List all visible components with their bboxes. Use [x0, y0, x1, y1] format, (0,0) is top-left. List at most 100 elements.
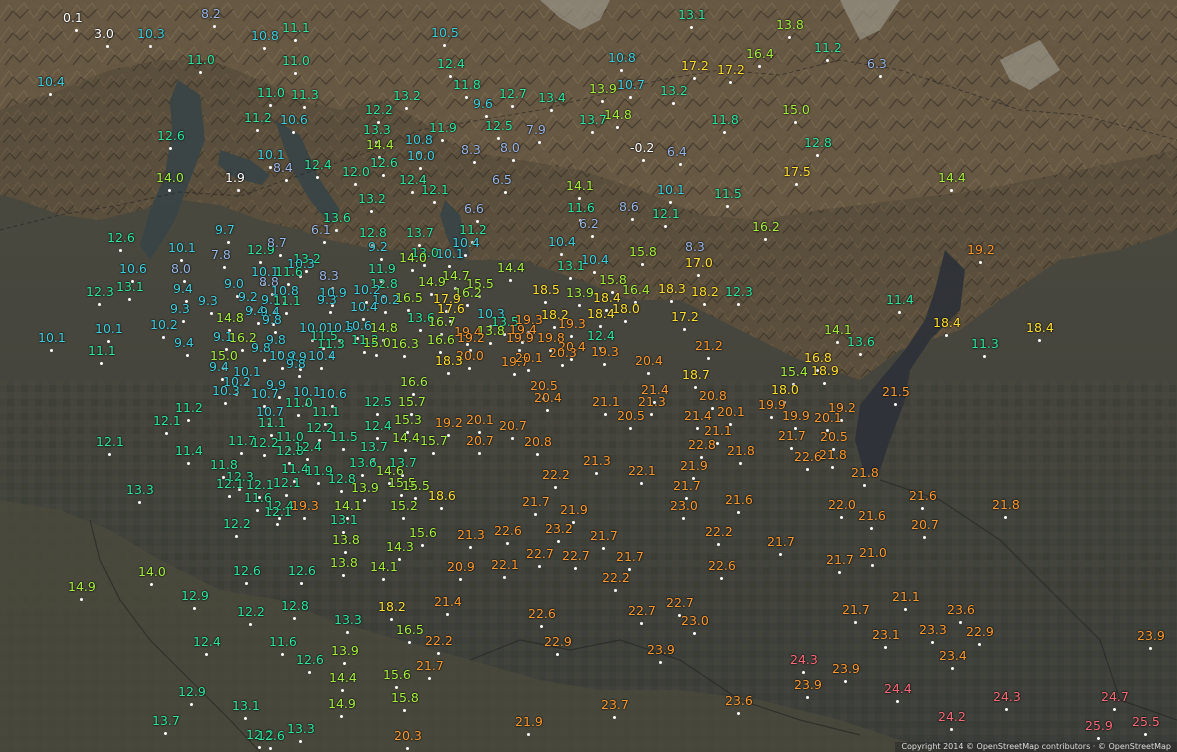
temperature-label: 18.7: [682, 367, 710, 382]
station-dot: [293, 617, 296, 620]
station-dot: [285, 179, 288, 182]
station-dot: [428, 677, 431, 680]
temperature-label: 12.6: [157, 128, 185, 143]
station-dot: [446, 613, 449, 616]
temperature-label: 22.8: [688, 437, 716, 452]
temperature-label: 13.7: [579, 112, 607, 127]
station-dot: [269, 104, 272, 107]
temperature-label: 10.3: [212, 383, 240, 398]
station-dot: [376, 413, 379, 416]
temperature-label: 13.8: [776, 17, 804, 32]
station-dot: [406, 747, 409, 750]
temperature-label: 9.3: [317, 292, 337, 307]
temperature-label: 16.3: [391, 336, 419, 351]
temperature-label: 9.7: [215, 222, 235, 237]
temperature-label: 16.4: [622, 282, 650, 297]
temperature-label: 6.2: [579, 216, 599, 231]
station-dot: [1144, 733, 1147, 736]
temperature-label: 23.0: [681, 613, 709, 628]
station-dot: [447, 372, 450, 375]
temperature-label: 11.1: [282, 20, 310, 35]
temperature-label: 21.9: [560, 502, 588, 517]
station-dot: [316, 176, 319, 179]
temperature-label: 13.8: [332, 532, 360, 547]
temperature-label: 12.2: [223, 516, 251, 531]
temperature-label: 11.8: [711, 112, 739, 127]
station-dot: [871, 564, 874, 567]
station-dot: [441, 139, 444, 142]
station-dot: [802, 671, 805, 674]
station-dot: [400, 494, 403, 497]
temperature-label: 23.9: [1137, 628, 1165, 643]
temperature-label: 20.9: [447, 559, 475, 574]
temperature-label: 24.3: [790, 652, 818, 667]
map-attribution[interactable]: Copyright 2014 © OpenStreetMap contribut…: [895, 742, 1177, 752]
station-dot: [263, 359, 266, 362]
temperature-label: 21.3: [638, 394, 666, 409]
temperature-label: 18.5: [532, 282, 560, 297]
station-dot: [978, 643, 981, 646]
station-dot: [98, 303, 101, 306]
station-dot: [162, 336, 165, 339]
temperature-label: 21.1: [892, 589, 920, 604]
station-dot: [823, 382, 826, 385]
temperature-label: 10.7: [251, 386, 279, 401]
temperature-label: 23.9: [794, 677, 822, 692]
station-dot: [375, 354, 378, 357]
temperature-label: 13.6: [349, 455, 377, 470]
temperature-label: 8.0: [500, 140, 520, 155]
temperature-label: 12.9: [181, 588, 209, 603]
station-dot: [816, 154, 819, 157]
station-dot: [560, 253, 563, 256]
temperature-label: 12.3: [86, 284, 114, 299]
temperature-label: 22.2: [425, 633, 453, 648]
station-dot: [244, 717, 247, 720]
temperature-label: 13.9: [589, 81, 617, 96]
station-dot: [620, 69, 623, 72]
temperature-map[interactable]: 0.1 3.0 8.2 10.3 10.8 11.1 11.0 11.0 10.4 10.5 12.…: [0, 0, 1177, 752]
temperature-label: 19.9: [506, 330, 534, 345]
temperature-label: 10.8: [608, 50, 636, 65]
station-dot: [614, 589, 617, 592]
temperature-label: 23.9: [647, 642, 675, 657]
temperature-label: 12.8: [359, 225, 387, 240]
temperature-label: 21.2: [695, 338, 723, 353]
station-dot: [553, 326, 556, 329]
temperature-label: 13.8: [330, 555, 358, 570]
temperature-label: 15.8: [391, 690, 419, 705]
station-dot: [527, 733, 530, 736]
temperature-label: 14.4: [366, 137, 394, 152]
temperature-label: 21.0: [859, 545, 887, 560]
temperature-label: 19.2: [435, 415, 463, 430]
station-dot: [779, 553, 782, 556]
station-dot: [696, 427, 699, 430]
station-dot: [569, 277, 572, 280]
station-dot: [240, 452, 243, 455]
temperature-label: 14.1: [566, 178, 594, 193]
temperature-label: 12.7: [499, 86, 527, 101]
temperature-label: 6.5: [492, 172, 512, 187]
temperature-label: 18.0: [612, 301, 640, 316]
station-dot: [75, 29, 78, 32]
station-dot: [672, 102, 675, 105]
temperature-label: 13.7: [360, 439, 388, 454]
temperature-label: 12.4: [304, 157, 332, 172]
station-dot: [281, 653, 284, 656]
temperature-label: 9.2: [238, 289, 258, 304]
temperature-label: 11.2: [814, 40, 842, 55]
temperature-label: 22.7: [666, 595, 694, 610]
station-dot: [100, 362, 103, 365]
station-dot: [437, 652, 440, 655]
temperature-label: 21.3: [583, 453, 611, 468]
temperature-label: 21.8: [851, 465, 879, 480]
station-dot: [557, 540, 560, 543]
temperature-label: 13.3: [334, 612, 362, 627]
temperature-label: 14.4: [497, 260, 525, 275]
station-dot: [213, 25, 216, 28]
station-dot: [297, 414, 300, 417]
temperature-label: 8.7: [267, 235, 287, 250]
station-dot: [49, 93, 52, 96]
temperature-label: 24.7: [1101, 689, 1129, 704]
station-dot: [983, 355, 986, 358]
temperature-label: 16.6: [427, 332, 455, 347]
